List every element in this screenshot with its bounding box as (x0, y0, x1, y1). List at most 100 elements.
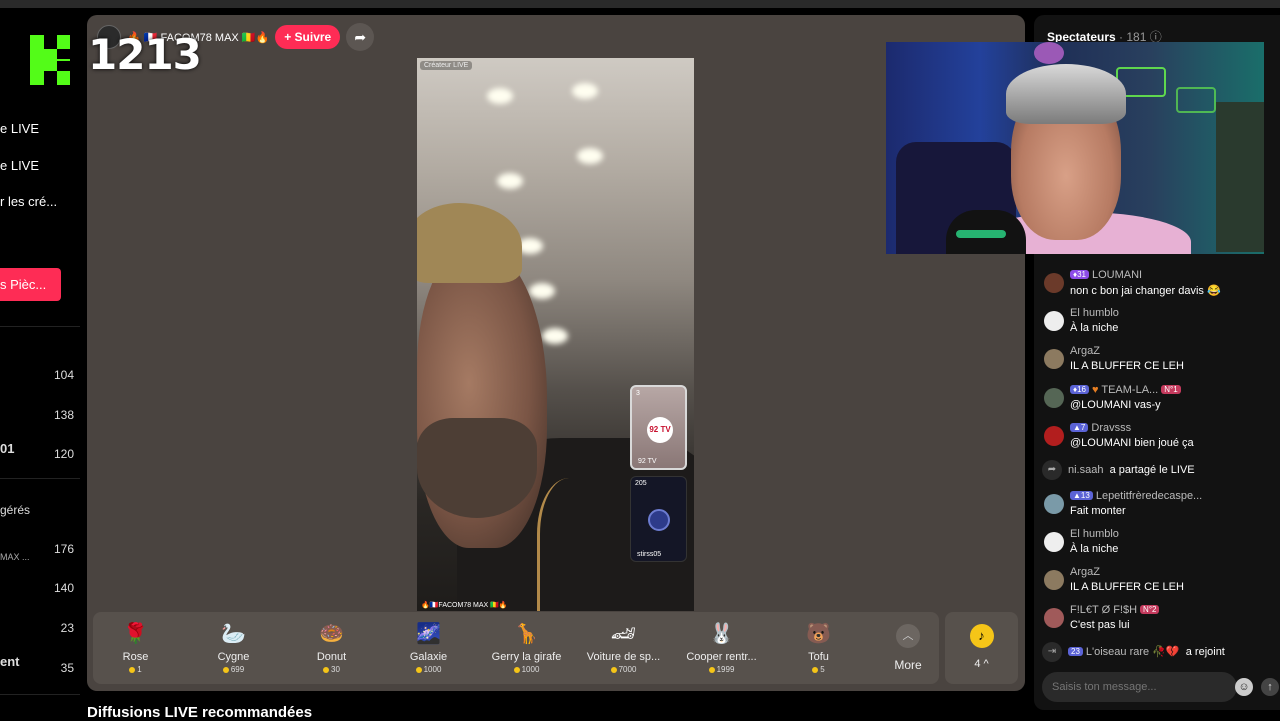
avatar[interactable] (1044, 570, 1064, 590)
browser-top-bar (0, 0, 1280, 8)
pip-label: stirss05 (637, 551, 662, 558)
left-sidebar: e LIVE e LIVE r les cré... s Pièc... 104… (0, 8, 80, 720)
level-badge: 23 (1068, 646, 1083, 656)
guest-pip[interactable]: 205 stirss05 (630, 476, 687, 562)
chat-username[interactable]: TEAM-LA... (1101, 384, 1158, 396)
sidebar-item-creators[interactable]: r les cré... (0, 194, 57, 209)
gift-name: Voiture de sp... (586, 651, 661, 663)
coin-count: 4 ^ (974, 658, 989, 670)
chevron-up-icon: ︿ (896, 624, 920, 648)
gift-item[interactable]: 🍩 Donut 30 (283, 612, 380, 684)
level-badge: ♦16 (1070, 385, 1089, 394)
chat-username[interactable]: ArgaZ (1070, 345, 1100, 357)
chat-text: À la niche (1070, 322, 1119, 334)
gift-price: 1999 (673, 665, 770, 674)
share-username[interactable]: ni.saah (1068, 464, 1103, 476)
gift-name: Donut (316, 651, 347, 663)
account-count: 120 (53, 447, 74, 461)
share-text: a partagé le LIVE (1109, 463, 1195, 476)
account-name[interactable]: 01 (0, 441, 14, 456)
galaxy-icon: 🌌 (416, 623, 441, 645)
gift-price: 7000 (575, 665, 672, 674)
tofu-icon: 🐻 (806, 623, 831, 645)
gift-name: Gerry la girafe (491, 651, 562, 663)
chat-text: C'est pas lui (1070, 619, 1130, 631)
sidebar-divider (0, 478, 80, 479)
rose-icon: 🌹 (123, 623, 148, 645)
chat-username[interactable]: El humblo (1070, 307, 1119, 319)
follow-button[interactable]: + Suivre (275, 25, 341, 49)
streamer-webcam (886, 42, 1264, 254)
chat-username[interactable]: LOUMANI (1092, 269, 1142, 281)
level-badge: ▲13 (1070, 491, 1093, 500)
level-badge: ♦31 (1070, 270, 1089, 279)
sidebar-divider (0, 326, 80, 327)
kick-logo-icon (30, 35, 70, 85)
join-icon: ⇥ (1042, 642, 1062, 662)
avatar[interactable] (1044, 349, 1064, 369)
gift-item[interactable]: 🌌 Galaxie 1000 (380, 612, 477, 684)
giraffe-icon: 🦒 (514, 623, 539, 645)
more-label: More (894, 658, 922, 672)
managed-account-name[interactable]: MAX ... (0, 552, 30, 562)
managed-account-name[interactable]: ent (0, 654, 20, 669)
chat-message-input[interactable] (1042, 672, 1237, 702)
more-gifts-button[interactable]: ︿ More (883, 612, 933, 684)
gift-item[interactable]: 🦢 Cygne 699 (185, 612, 282, 684)
gift-price: 30 (283, 665, 380, 674)
rank-badge: N°1 (1161, 385, 1181, 394)
guest-pip[interactable]: 3 92 TV 92 TV (630, 385, 687, 470)
level-badge: ▲7 (1070, 423, 1089, 432)
avatar[interactable] (1044, 388, 1064, 408)
chat-text: non c bon jai changer davis 😂 (1070, 285, 1221, 297)
avatar[interactable] (1044, 273, 1064, 293)
avatar[interactable] (1044, 311, 1064, 331)
get-coins-button[interactable]: s Pièc... (0, 268, 61, 301)
emoji-icon[interactable]: ☺ (1235, 678, 1253, 696)
share-icon[interactable]: ➦ (346, 23, 375, 51)
pip-viewer-badge: 205 (635, 480, 647, 487)
share-icon: ➦ (1042, 460, 1062, 480)
gift-price: 1000 (478, 665, 575, 674)
video-host-label: 🔥🇫🇷FACOM78 MAX 🇲🇱🔥 (421, 602, 508, 609)
avatar[interactable] (1044, 608, 1064, 628)
gift-item[interactable]: 🐰 Cooper rentr... 1999 (673, 612, 770, 684)
rank-badge: N°2 (1140, 605, 1160, 614)
gift-price: 1000 (380, 665, 477, 674)
coin-balance-button[interactable]: ♪ 4 ^ (945, 612, 1018, 684)
donut-icon: 🍩 (319, 623, 344, 645)
pip-label: 92 TV (638, 458, 657, 465)
gift-name: Cygne (217, 651, 250, 663)
account-count: 138 (53, 408, 74, 422)
join-text: a rejoint (1185, 645, 1225, 658)
gift-price: 5 (770, 665, 867, 674)
gift-name: Cooper rentr... (686, 651, 757, 663)
gift-item[interactable]: 🐻 Tofu 5 (770, 612, 867, 684)
chat-username[interactable]: Lepetitfrèredecaspe... (1096, 490, 1202, 502)
gift-name: Galaxie (409, 651, 448, 663)
send-icon[interactable]: ↑ (1261, 678, 1279, 696)
gift-item[interactable]: 🦒 Gerry la girafe 1000 (478, 612, 575, 684)
sidebar-item-live[interactable]: e LIVE (0, 121, 39, 136)
gift-name: Tofu (808, 651, 829, 663)
avatar[interactable] (1044, 532, 1064, 552)
avatar[interactable] (1044, 426, 1064, 446)
chat-text: @LOUMANI bien joué ça (1070, 437, 1194, 449)
chat-username[interactable]: Dravsss (1091, 422, 1131, 434)
avatar[interactable] (1044, 494, 1064, 514)
tv-logo-icon: 92 TV (647, 417, 673, 443)
chat-username[interactable]: El humblo (1070, 528, 1119, 540)
live-player: 🔥 🇫🇷 FACOM78 MAX 🇲🇱🔥 + Suivre ➦ Créateur… (87, 15, 1025, 691)
gift-price: 1 (87, 665, 184, 674)
managed-count: 35 (60, 661, 74, 675)
chat-username[interactable]: ArgaZ (1070, 566, 1100, 578)
heart-badge-icon: ♥ (1091, 384, 1099, 396)
sidebar-item-live-2[interactable]: e LIVE (0, 158, 39, 173)
join-username[interactable]: L'oiseau rare 🥀💔 (1086, 646, 1180, 658)
gift-item[interactable]: 🏎 Voiture de sp... 7000 (575, 612, 672, 684)
managed-count: 23 (60, 621, 74, 635)
account-count: 104 (53, 368, 74, 382)
chat-username[interactable]: F!L€T Ø F!$H (1070, 604, 1137, 616)
managed-count: 176 (53, 542, 74, 556)
gift-item[interactable]: 🌹 Rose 1 (87, 612, 184, 684)
